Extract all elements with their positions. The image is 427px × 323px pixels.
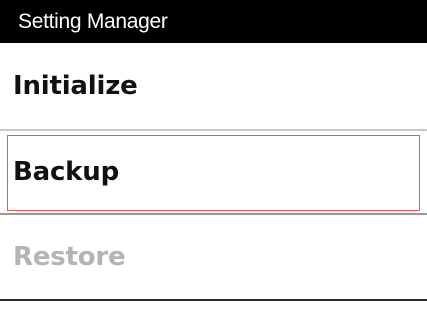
window-title: Setting Manager (18, 10, 168, 33)
menu-item-initialize[interactable]: Initialize (0, 43, 427, 129)
menu-item-label: Restore (13, 242, 126, 272)
menu-item-backup[interactable]: Backup (0, 129, 427, 215)
menu-item-label: Backup (13, 157, 119, 187)
menu-item-label: Initialize (13, 71, 138, 101)
title-bar: Setting Manager (0, 0, 427, 43)
menu-item-restore: Restore (0, 215, 427, 301)
